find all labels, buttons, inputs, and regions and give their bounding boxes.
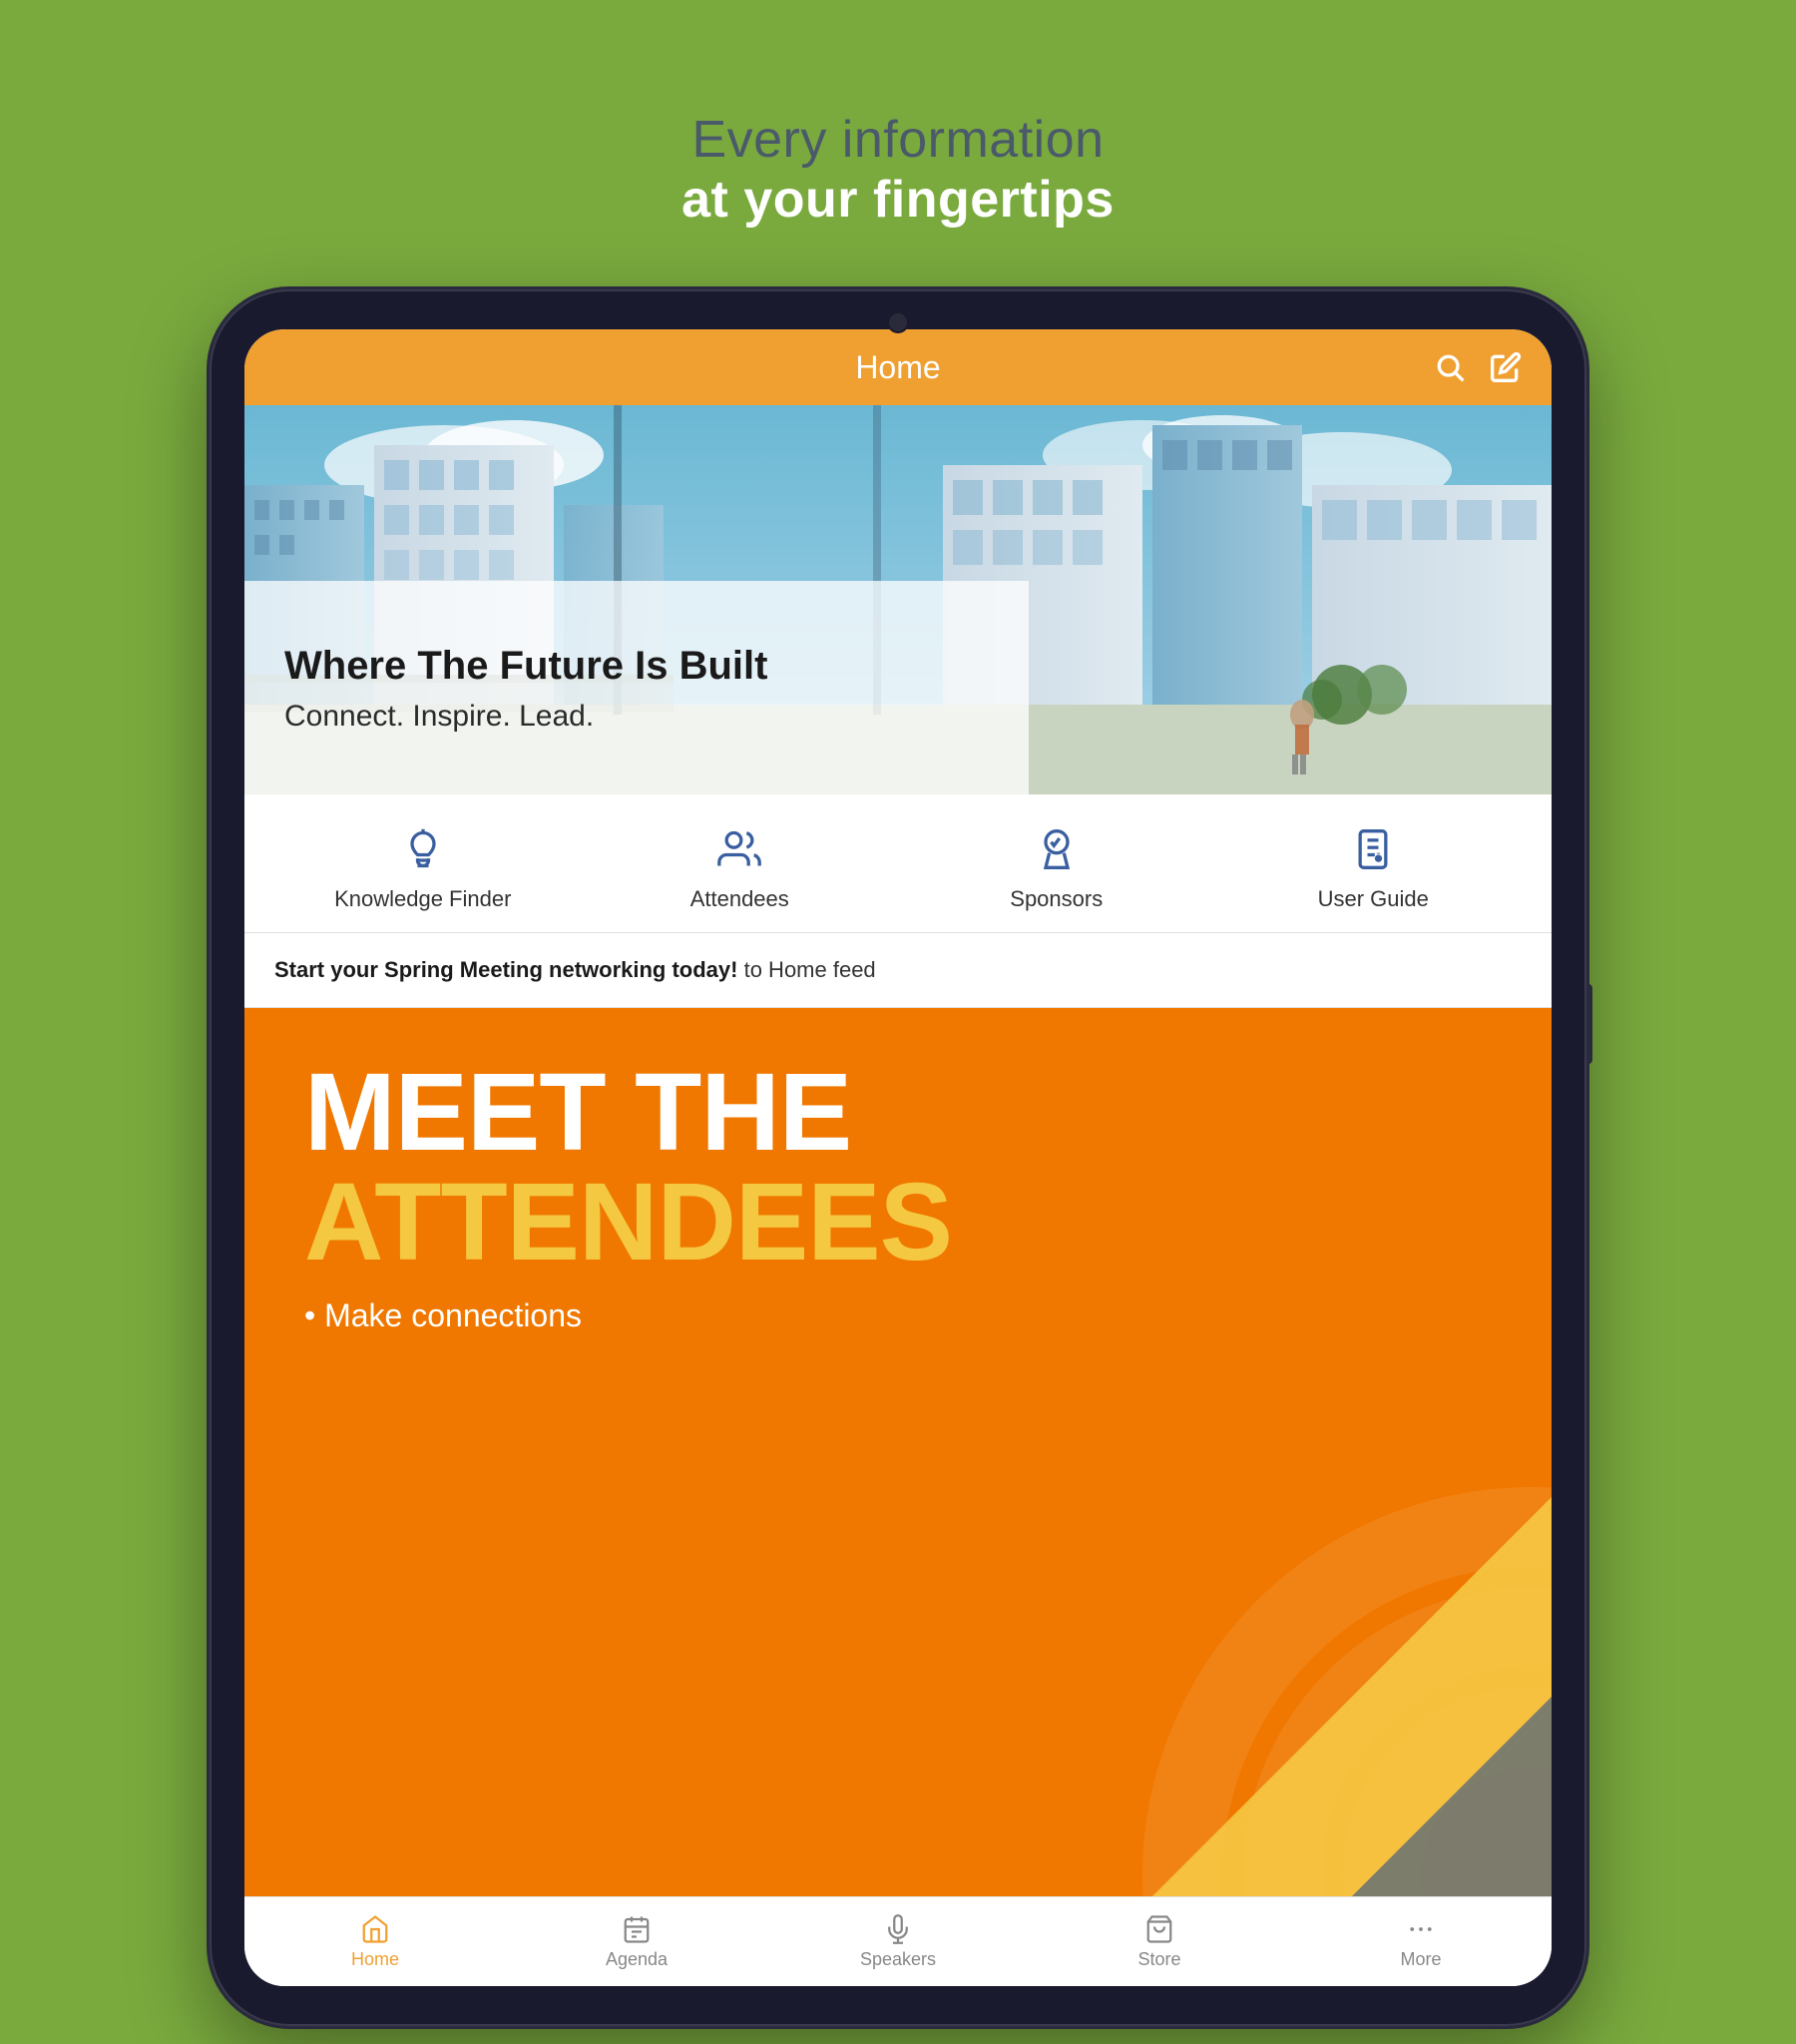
networking-text-prefix: Start your Spring Meeting networking tod… bbox=[274, 957, 737, 982]
nav-store-label: Store bbox=[1137, 1949, 1180, 1970]
promo-attendees: ATTENDEES bbox=[304, 1168, 1492, 1278]
user-guide-label: User Guide bbox=[1318, 886, 1429, 912]
promo-section: MEET THE ATTENDEES • Make connections bbox=[244, 1008, 1552, 1896]
networking-text-suffix: to Home feed bbox=[737, 957, 875, 982]
lightbulb-icon bbox=[398, 824, 448, 874]
quick-actions: Knowledge Finder Attendees bbox=[244, 794, 1552, 933]
knowledge-finder-label: Knowledge Finder bbox=[334, 886, 511, 912]
tablet-frame: Home bbox=[210, 289, 1586, 2026]
nav-speakers-label: Speakers bbox=[860, 1949, 936, 1970]
nav-store[interactable]: Store bbox=[1029, 1913, 1290, 1970]
nav-home-label: Home bbox=[351, 1949, 399, 1970]
edit-icon[interactable] bbox=[1488, 349, 1524, 385]
home-icon bbox=[359, 1913, 391, 1945]
more-icon bbox=[1405, 1913, 1437, 1945]
tagline-line2: at your fingertips bbox=[681, 170, 1115, 230]
sponsors-icon bbox=[1032, 824, 1082, 874]
quick-action-knowledge-finder[interactable]: Knowledge Finder bbox=[283, 824, 562, 912]
search-icon[interactable] bbox=[1432, 349, 1468, 385]
attendees-label: Attendees bbox=[690, 886, 789, 912]
nav-home[interactable]: Home bbox=[244, 1913, 506, 1970]
hero-title: Where The Future Is Built bbox=[284, 642, 989, 690]
nav-more-label: More bbox=[1400, 1949, 1441, 1970]
attendees-icon bbox=[714, 824, 764, 874]
agenda-icon bbox=[621, 1913, 653, 1945]
bottom-nav: Home Agenda bbox=[244, 1896, 1552, 1986]
networking-text: Start your Spring Meeting networking tod… bbox=[274, 957, 876, 982]
app-header-title: Home bbox=[855, 349, 940, 386]
user-guide-icon bbox=[1348, 824, 1398, 874]
networking-banner[interactable]: Start your Spring Meeting networking tod… bbox=[244, 933, 1552, 1008]
store-icon bbox=[1143, 1913, 1175, 1945]
tagline-line1: Every information bbox=[681, 110, 1115, 170]
nav-more[interactable]: More bbox=[1290, 1913, 1552, 1970]
nav-speakers[interactable]: Speakers bbox=[767, 1913, 1029, 1970]
hero-subtitle: Connect. Inspire. Lead. bbox=[284, 700, 989, 734]
nav-agenda-label: Agenda bbox=[606, 1949, 668, 1970]
promo-meet-the: MEET THE bbox=[304, 1058, 1492, 1168]
sponsors-label: Sponsors bbox=[1010, 886, 1103, 912]
app-header: Home bbox=[244, 329, 1552, 405]
speakers-icon bbox=[882, 1913, 914, 1945]
quick-action-user-guide[interactable]: User Guide bbox=[1234, 824, 1513, 912]
tagline: Every information at your fingertips bbox=[681, 110, 1115, 230]
quick-action-attendees[interactable]: Attendees bbox=[601, 824, 879, 912]
hero-image: Where The Future Is Built Connect. Inspi… bbox=[244, 405, 1552, 794]
nav-agenda[interactable]: Agenda bbox=[506, 1913, 767, 1970]
promo-bullet: • Make connections bbox=[304, 1297, 1492, 1334]
hero-overlay: Where The Future Is Built Connect. Inspi… bbox=[244, 581, 1029, 795]
tablet-screen: Home bbox=[244, 329, 1552, 1986]
deco-shape bbox=[1152, 1497, 1552, 1896]
header-icons bbox=[1432, 349, 1524, 385]
quick-action-sponsors[interactable]: Sponsors bbox=[917, 824, 1195, 912]
